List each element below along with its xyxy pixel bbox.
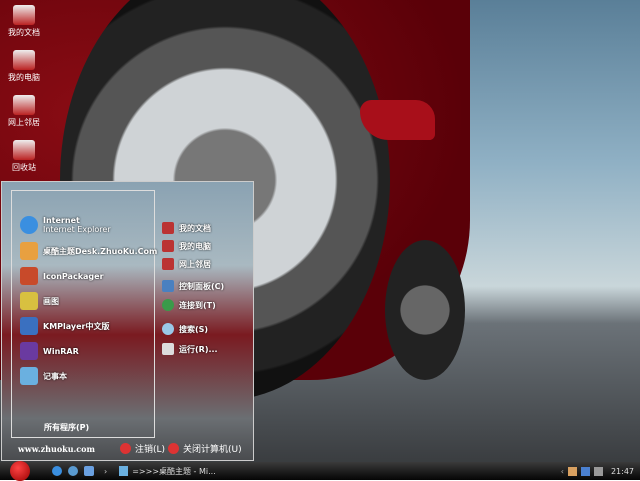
iconpackager-icon <box>20 267 38 285</box>
computer-icon <box>13 50 35 70</box>
place-connect-to[interactable]: 连接到(T) <box>162 299 216 311</box>
place-label: 网上邻居 <box>179 259 211 269</box>
computer-icon <box>162 240 174 252</box>
quicklaunch-media-icon[interactable] <box>68 466 78 476</box>
desktop-icon-label: 我的电脑 <box>8 73 40 82</box>
power-icon <box>168 443 179 454</box>
program-iconpackager[interactable]: IconPackager <box>20 267 104 285</box>
desktop-icon-network[interactable]: 网上邻居 <box>2 95 46 128</box>
quicklaunch-desktop-icon[interactable] <box>84 466 94 476</box>
desktop-icon-label: 我的文档 <box>8 28 40 37</box>
taskbar-task-button[interactable]: =>>>桌酷主题 - Mi... <box>119 466 216 477</box>
desktop-icon-label: 网上邻居 <box>8 118 40 127</box>
quicklaunch-chevron[interactable]: › <box>104 467 107 476</box>
program-title: WinRAR <box>43 346 79 356</box>
place-my-documents[interactable]: 我的文档 <box>162 222 211 234</box>
place-label: 连接到(T) <box>179 300 216 310</box>
place-label: 运行(R)... <box>179 344 218 354</box>
ie-icon <box>20 216 38 234</box>
winrar-icon <box>20 342 38 360</box>
program-paint[interactable]: 画图 <box>20 292 59 310</box>
paint-icon <box>20 292 38 310</box>
program-notepad[interactable]: 记事本 <box>20 367 67 385</box>
desktop-icon-my-documents[interactable]: 我的文档 <box>2 5 46 38</box>
wallpaper-rear-wheel <box>385 240 465 380</box>
network-icon <box>13 95 35 115</box>
taskbar: › =>>>桌酷主题 - Mi... ‹ 21:47 <box>0 461 640 481</box>
program-title: 画图 <box>43 296 59 306</box>
folder-icon <box>13 5 35 25</box>
place-my-computer[interactable]: 我的电脑 <box>162 240 211 252</box>
desktop-icon-recycle-bin[interactable]: 回收站 <box>2 140 46 173</box>
kmplayer-icon <box>20 317 38 335</box>
program-title: 桌酷主题Desk.ZhuoKu.Com <box>43 246 158 256</box>
all-programs-button[interactable]: 所有程序(P) <box>44 422 89 433</box>
globe-icon <box>162 299 174 311</box>
desktop-icon-my-computer[interactable]: 我的电脑 <box>2 50 46 83</box>
clock[interactable]: 21:47 <box>611 467 634 476</box>
place-control-panel[interactable]: 控制面板(C) <box>162 280 224 292</box>
window-icon <box>119 466 129 476</box>
shutdown-button[interactable]: 关闭计算机(U) <box>168 442 242 455</box>
start-menu: Internet Internet Explorer 桌酷主题Desk.ZhuoK… <box>1 181 254 461</box>
program-title: 记事本 <box>43 371 67 381</box>
place-label: 我的文档 <box>179 223 211 233</box>
place-label: 控制面板(C) <box>179 281 225 291</box>
desktop-icon-label: 回收站 <box>12 163 36 172</box>
place-label: 搜索(S) <box>179 324 209 334</box>
program-kmplayer[interactable]: KMPlayer中文版 <box>20 317 110 335</box>
program-internet-explorer[interactable]: Internet Internet Explorer <box>20 216 111 234</box>
control-panel-icon <box>162 280 174 292</box>
website-label: www.zhuoku.com <box>18 444 95 454</box>
program-title: IconPackager <box>43 271 104 281</box>
task-label: =>>>桌酷主题 - Mi... <box>132 466 216 476</box>
logoff-button[interactable]: 注销(L) <box>120 442 165 455</box>
tray-volume-icon[interactable] <box>593 466 603 476</box>
shutdown-label: 关闭计算机(U) <box>183 445 242 455</box>
recycle-bin-icon <box>13 140 35 160</box>
program-winrar[interactable]: WinRAR <box>20 342 79 360</box>
run-icon <box>162 343 174 355</box>
tray-expand-chevron[interactable]: ‹ <box>561 467 564 476</box>
place-search[interactable]: 搜索(S) <box>162 323 208 335</box>
wallpaper-mirror <box>360 100 435 140</box>
place-network[interactable]: 网上邻居 <box>162 258 211 270</box>
tray-user-icon[interactable] <box>567 466 577 476</box>
program-subtitle: Internet Explorer <box>43 225 111 234</box>
lock-icon <box>120 443 131 454</box>
notepad-icon <box>20 367 38 385</box>
tray-network-icon[interactable] <box>580 466 590 476</box>
program-title: KMPlayer中文版 <box>43 321 110 331</box>
quicklaunch-ie-icon[interactable] <box>52 466 62 476</box>
program-title: Internet <box>43 216 80 225</box>
network-icon <box>162 258 174 270</box>
folder-icon <box>162 222 174 234</box>
start-button[interactable] <box>10 461 30 481</box>
logoff-label: 注销(L) <box>135 445 166 455</box>
program-zhuoku-theme[interactable]: 桌酷主题Desk.ZhuoKu.Com <box>20 242 157 260</box>
theme-icon <box>20 242 38 260</box>
search-icon <box>162 323 174 335</box>
place-run[interactable]: 运行(R)... <box>162 343 218 355</box>
place-label: 我的电脑 <box>179 241 211 251</box>
